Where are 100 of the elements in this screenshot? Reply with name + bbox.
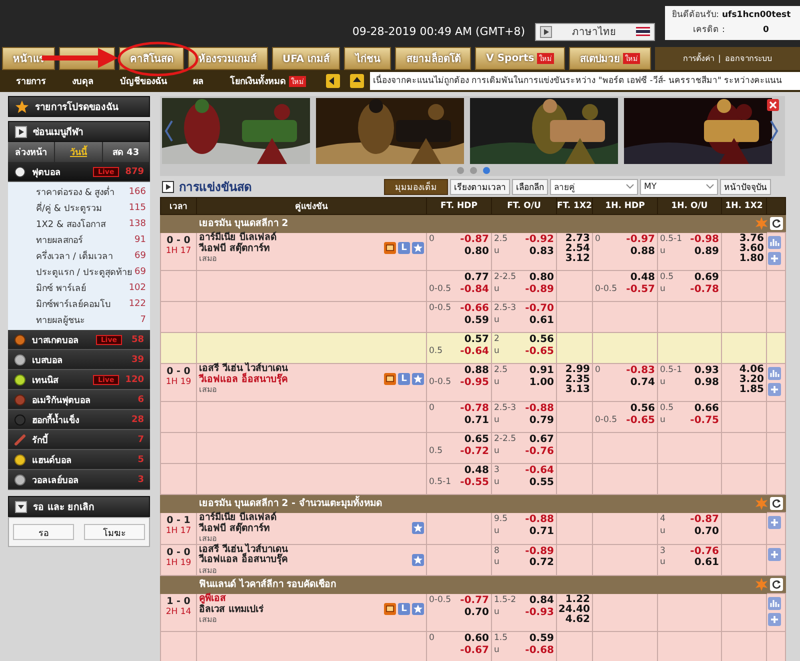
tv-icon[interactable] [384, 603, 396, 616]
burst-star-icon[interactable] [754, 497, 768, 510]
odds-value[interactable]: 0.88 [451, 365, 489, 376]
sub-menu-item[interactable]: ครึ่งเวลา / เต็มเวลา 69 [36, 248, 146, 264]
star-icon[interactable] [412, 603, 424, 616]
odds-value[interactable]: -0.64 [442, 346, 489, 357]
odds-value[interactable]: 3.12 [565, 254, 590, 264]
menu-link[interactable]: บัญชีของฉัน [110, 74, 177, 88]
odds-value[interactable]: 0.74 [600, 376, 655, 388]
odds-value[interactable]: 0.61 [665, 557, 719, 568]
favorites-header[interactable]: รายการโปรดของฉัน [8, 96, 150, 117]
odds-value[interactable]: -0.84 [451, 284, 489, 295]
pending-button[interactable]: โมฆะ [84, 524, 145, 540]
odds-value[interactable]: 0.89 [682, 246, 719, 257]
odds-value[interactable]: -0.57 [617, 284, 655, 295]
tv-icon[interactable] [384, 373, 396, 386]
odds-value[interactable]: 2.99 [565, 365, 590, 375]
odds-value[interactable]: 4.62 [565, 615, 590, 625]
odds-value[interactable]: 0.83 [508, 246, 554, 257]
settings-link[interactable]: การตั้งค่า [683, 52, 714, 65]
odds-value[interactable]: -0.87 [665, 514, 719, 526]
odds-value[interactable]: -0.67 [434, 644, 489, 656]
odds-value[interactable]: -0.72 [442, 446, 489, 457]
chart-icon[interactable] [768, 236, 781, 249]
sport-item[interactable]: ฮอกกี้น้ำแข็ง 28 [8, 410, 150, 430]
odds-value[interactable]: 0.61 [516, 314, 554, 326]
refresh-icon[interactable] [770, 578, 782, 591]
team-name[interactable]: คูพีเอส [199, 594, 384, 604]
odds-value[interactable]: 0.93 [682, 365, 719, 376]
odds-value[interactable]: 0.98 [682, 376, 719, 388]
odds-value[interactable]: 0.48 [451, 465, 489, 476]
odds-value[interactable]: 3.60 [739, 244, 764, 254]
pending-header[interactable]: รอ และ ยกเลิก [8, 496, 150, 517]
odds-value[interactable]: -0.89 [499, 546, 554, 557]
hide-menu-header[interactable]: ซ่อนเมนูกีฬา [8, 121, 150, 142]
odds-value[interactable]: 0.80 [516, 272, 554, 284]
odds-value[interactable]: 0.79 [516, 414, 554, 426]
carousel-dot[interactable] [483, 167, 490, 174]
sub-menu-item[interactable]: คี่/คู่ & ประตูรวม 115 [36, 200, 146, 216]
dropdown[interactable]: MY [640, 178, 718, 194]
odds-value[interactable]: 0.91 [508, 365, 554, 376]
odds-value[interactable]: 4.06 [739, 365, 764, 375]
refresh-icon[interactable] [770, 497, 782, 510]
menu-link[interactable]: รายการ [6, 74, 56, 88]
odds-value[interactable]: -0.55 [451, 476, 489, 488]
sub-menu-item[interactable]: มิกซ์พาร์เลย์คอมโบ 122 [36, 296, 146, 312]
odds-value[interactable]: 0.69 [674, 272, 719, 284]
odds-value[interactable]: 0.59 [451, 314, 489, 326]
odds-value[interactable]: -0.76 [665, 546, 719, 557]
sub-menu-item[interactable]: ประตูแรก / ประตูสุดท้าย 69 [36, 264, 146, 280]
odds-value[interactable]: -0.70 [516, 303, 554, 314]
odds-value[interactable]: 0.70 [665, 526, 719, 537]
odds-value[interactable]: -0.87 [434, 234, 489, 246]
odds-value[interactable]: 1.80 [739, 254, 764, 264]
odds-value[interactable]: 1.22 [565, 595, 590, 605]
sub-menu-item[interactable]: ราคาต่อรอง & สูงต่ำ 166 [36, 184, 146, 200]
odds-value[interactable]: 0.57 [442, 334, 489, 346]
team-name[interactable]: อาร์มีเนีย บีเลเฟลด์ [199, 233, 384, 244]
plus-icon[interactable] [768, 383, 781, 396]
plus-icon[interactable] [768, 516, 781, 529]
odds-value[interactable]: -0.78 [674, 284, 719, 295]
odds-value[interactable]: 0.60 [434, 633, 489, 644]
odds-value[interactable]: 0.71 [508, 526, 554, 537]
star-icon[interactable] [412, 554, 424, 566]
odds-value[interactable]: 1.85 [739, 385, 764, 395]
view-button[interactable]: เลือกลีก [512, 178, 548, 194]
sport-item[interactable]: แฮนด์บอล 5 [8, 450, 150, 470]
odds-value[interactable]: 0.59 [508, 633, 554, 644]
odds-value[interactable]: -0.77 [451, 595, 489, 606]
sport-item[interactable]: รักบี้ 7 [8, 430, 150, 450]
menu-link[interactable]: ผล [183, 74, 214, 88]
odds-value[interactable]: 1.00 [508, 376, 554, 388]
sub-menu-item[interactable]: ทายผลผู้ชนะ 7 [36, 312, 146, 328]
odds-value[interactable]: -0.76 [516, 446, 554, 457]
odds-value[interactable]: 0.65 [442, 434, 489, 446]
odds-value[interactable]: 0.66 [674, 403, 719, 414]
odds-value[interactable]: -0.65 [499, 346, 554, 357]
odds-value[interactable]: 0.67 [516, 434, 554, 446]
odds-value[interactable]: -0.75 [674, 414, 719, 426]
odds-value[interactable]: -0.92 [508, 234, 554, 246]
team-name[interactable]: วีเอฟบี สตุ๊ตการ์ท [199, 244, 384, 254]
odds-value[interactable]: -0.95 [451, 376, 489, 388]
odds-value[interactable]: 3.20 [739, 375, 764, 385]
odds-value[interactable]: 2.73 [565, 234, 590, 244]
odds-value[interactable]: -0.68 [508, 644, 554, 656]
odds-value[interactable]: -0.88 [508, 514, 554, 526]
close-icon[interactable] [767, 99, 779, 111]
chart-icon[interactable] [768, 597, 781, 610]
view-button[interactable]: เรียงตามเวลา [450, 178, 510, 194]
odds-value[interactable]: 0.71 [434, 414, 489, 426]
menu-link[interactable]: งบดุล [62, 74, 104, 88]
logout-link[interactable]: ออกจากระบบ [724, 52, 772, 65]
carousel-dot[interactable] [457, 167, 464, 174]
odds-value[interactable]: 0.55 [499, 476, 554, 488]
odds-value[interactable]: -0.78 [434, 403, 489, 414]
odds-value[interactable]: 0.48 [617, 272, 655, 284]
dropdown[interactable]: ลายคู่ [550, 178, 638, 194]
sub-menu-item[interactable]: 1X2 & สองโอกาส 138 [36, 216, 146, 232]
burst-star-icon[interactable] [754, 578, 768, 591]
plus-icon[interactable] [768, 613, 781, 626]
